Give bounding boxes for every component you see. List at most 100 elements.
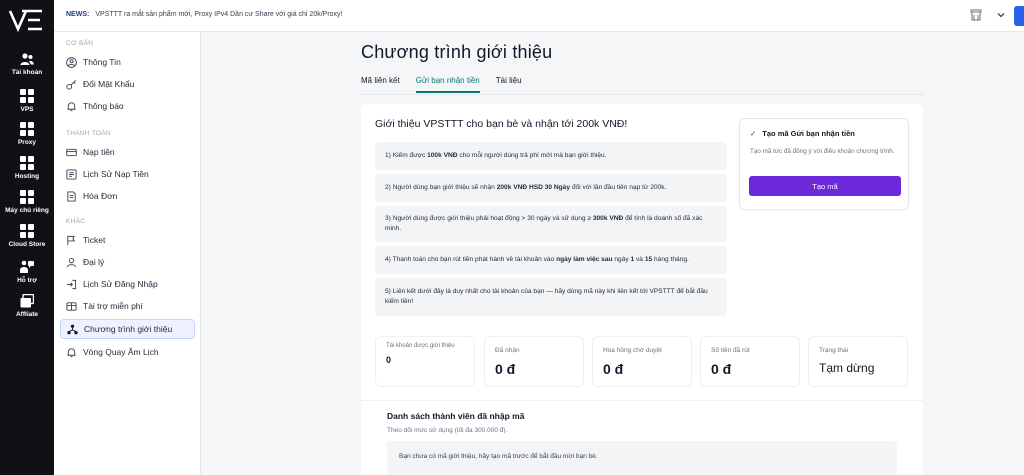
sidebar-item-referral-program[interactable]: Chương trình giới thiệu	[60, 319, 195, 339]
stat-status: Trạng thái Tạm dừng	[808, 336, 908, 387]
rail-item-account[interactable]: Tài khoản	[0, 52, 54, 76]
stat-value: 0 đ	[603, 361, 624, 377]
page-title: Chương trình giới thiệu	[361, 42, 553, 62]
sidebar-item-deposit-history[interactable]: Lịch Sử Nạp Tiền	[60, 164, 195, 184]
check-icon: ✓	[750, 129, 757, 138]
stat-label: Đã nhận	[495, 347, 520, 354]
sidebar-item-label: Thông báo	[83, 101, 124, 111]
sidebar-item-notifications[interactable]: Thông báo	[60, 96, 195, 116]
rail-label: Cloud Store	[8, 241, 46, 248]
store-icon[interactable]	[970, 9, 982, 21]
ticket-icon	[67, 235, 76, 245]
sidebar-item-label: Tài trợ miễn phí	[83, 301, 143, 311]
sidebar-item-label: Lịch Sử Đăng Nhập	[83, 279, 158, 289]
stat-label: Trạng thái	[819, 347, 849, 354]
section-basic: CƠ BẢN	[66, 40, 94, 47]
rail-item-hosting[interactable]: Hosting	[0, 156, 54, 180]
sidebar-item-agent[interactable]: Đại lý	[60, 252, 195, 272]
rail-item-dedicated[interactable]: Máy chủ riêng	[0, 190, 54, 214]
step-5: 5) Liên kết dưới đây là duy nhất cho tài…	[375, 278, 727, 316]
sidebar-item-label: Vòng Quay Âm Lịch	[83, 347, 159, 357]
login-history-icon	[66, 279, 77, 289]
tab-affiliate-code[interactable]: Mã liên kết	[361, 76, 400, 93]
stat-value: 0	[386, 355, 392, 365]
rail-item-cloud-store[interactable]: Cloud Store	[0, 224, 54, 248]
tab-send-friend-earn[interactable]: Gửi bạn nhận tiền	[415, 76, 480, 93]
agent-icon	[66, 257, 77, 267]
users-icon	[20, 53, 34, 65]
card-icon	[66, 148, 77, 156]
user-circle-icon	[66, 56, 77, 68]
create-code-button[interactable]: Tạo mã	[749, 176, 901, 196]
sidebar-item-label: Chương trình giới thiệu	[84, 324, 173, 334]
section-other: KHÁC	[66, 218, 86, 225]
members-empty-state: Bạn chưa có mã giới thiệu, hãy tạo mã tr…	[387, 441, 897, 475]
grid-icon	[20, 190, 34, 204]
stat-value: 0 đ	[711, 361, 732, 377]
panel-subtitle: Tạo mã tức đã đồng ý với điều khoản chươ…	[750, 148, 895, 155]
stat-value: 0 đ	[495, 361, 516, 377]
grid-icon	[20, 156, 34, 170]
sidebar-item-label: Hóa Đơn	[83, 191, 118, 201]
sidebar-item-profile[interactable]: Thông Tin	[60, 52, 195, 72]
support-icon	[20, 260, 34, 273]
sidebar-item-label: Ticket	[83, 235, 106, 245]
sidebar-item-lunar-wheel[interactable]: Vòng Quay Âm Lịch	[60, 342, 195, 362]
sidebar-item-login-history[interactable]: Lịch Sử Đăng Nhập	[60, 274, 195, 294]
sponsor-icon	[66, 301, 77, 311]
window-icon	[20, 294, 34, 308]
step-4: 4) Thanh toán cho bạn rút tiền phát hành…	[375, 246, 727, 274]
rail-label: Tài khoản	[11, 69, 43, 76]
news-ticker: NEWS: VPSTTT ra mắt sản phẩm mới, Proxy I…	[66, 11, 343, 18]
rail-label: Hỗ trợ	[17, 277, 37, 284]
step-2: 2) Người dùng bạn giới thiệu sẽ nhận 200…	[375, 174, 727, 202]
referral-card: Giới thiệu VPSTTT cho bạn bè và nhận tới…	[361, 104, 923, 475]
rail-label: Affliate	[15, 311, 39, 318]
stat-referred-accounts: Tài khoản được giới thiệu 0	[375, 336, 475, 387]
stat-received: Đã nhận 0 đ	[484, 336, 584, 387]
sidebar-item-ticket[interactable]: Ticket	[60, 230, 195, 250]
rail-item-support[interactable]: Hỗ trợ	[0, 260, 54, 284]
top-actions	[970, 9, 1006, 21]
rail-item-affiliate[interactable]: Affliate	[0, 294, 54, 318]
top-action-button[interactable]	[1014, 6, 1024, 26]
news-text: VPSTTT ra mắt sản phẩm mới, Proxy IPv4 D…	[95, 11, 343, 18]
chevron-down-icon[interactable]	[996, 10, 1006, 20]
grid-icon	[20, 122, 34, 136]
stat-value: Tạm dừng	[819, 361, 875, 375]
members-empty-text: Bạn chưa có mã giới thiệu, hãy tạo mã tr…	[399, 453, 598, 460]
grid-icon	[20, 89, 34, 103]
left-rail: Tài khoản VPS Proxy Hosting Máy chủ riên…	[0, 0, 54, 475]
rail-item-vps[interactable]: VPS	[0, 89, 54, 113]
panel-title-text: Tạo mã Gửi bạn nhận tiền	[762, 129, 855, 138]
rail-label: Hosting	[14, 173, 40, 180]
key-icon	[66, 79, 76, 90]
sidebar-item-label: Nạp tiền	[83, 147, 115, 157]
sidebar-item-change-password[interactable]: Đổi Mật Khẩu	[60, 74, 195, 94]
history-icon	[66, 168, 77, 180]
network-icon	[67, 324, 78, 334]
create-code-panel: ✓ Tạo mã Gửi bạn nhận tiền Tạo mã tức đã…	[739, 118, 909, 210]
stat-pending-commission: Hoa hồng chờ duyệt 0 đ	[592, 336, 692, 387]
sidebar-item-free-sponsor[interactable]: Tài trợ miễn phí	[60, 296, 195, 316]
sidebar-item-label: Thông Tin	[83, 57, 121, 67]
section-payment: THANH TOÁN	[66, 130, 112, 137]
step-3: 3) Người dùng được giới thiệu phải hoạt …	[375, 206, 727, 242]
sidebar-item-deposit[interactable]: Nạp tiền	[60, 142, 195, 162]
bell-icon	[67, 101, 76, 111]
tab-bar: Mã liên kết Gửi bạn nhận tiền Tài liệu	[361, 76, 538, 93]
panel-title: ✓ Tạo mã Gửi bạn nhận tiền	[750, 129, 855, 138]
main-content: Chương trình giới thiệu Mã liên kết Gửi …	[201, 32, 1024, 475]
rail-label: Máy chủ riêng	[5, 207, 49, 214]
sidebar-item-label: Đại lý	[83, 257, 105, 267]
brand-logo[interactable]	[8, 8, 46, 32]
rail-item-proxy[interactable]: Proxy	[0, 122, 54, 146]
card-title: Giới thiệu VPSTTT cho bạn bè và nhận tới…	[375, 118, 628, 130]
sidebar-item-invoices[interactable]: Hóa Đơn	[60, 186, 195, 206]
sidebar-item-label: Đổi Mật Khẩu	[83, 79, 135, 89]
tab-documents[interactable]: Tài liệu	[496, 76, 522, 93]
rail-label: VPS	[20, 106, 34, 113]
news-label: NEWS:	[66, 11, 90, 18]
account-sidebar: CƠ BẢN Thông Tin Đổi Mật Khẩu Thông báo …	[54, 32, 201, 475]
stat-label: Tài khoản được giới thiệu	[386, 343, 455, 349]
